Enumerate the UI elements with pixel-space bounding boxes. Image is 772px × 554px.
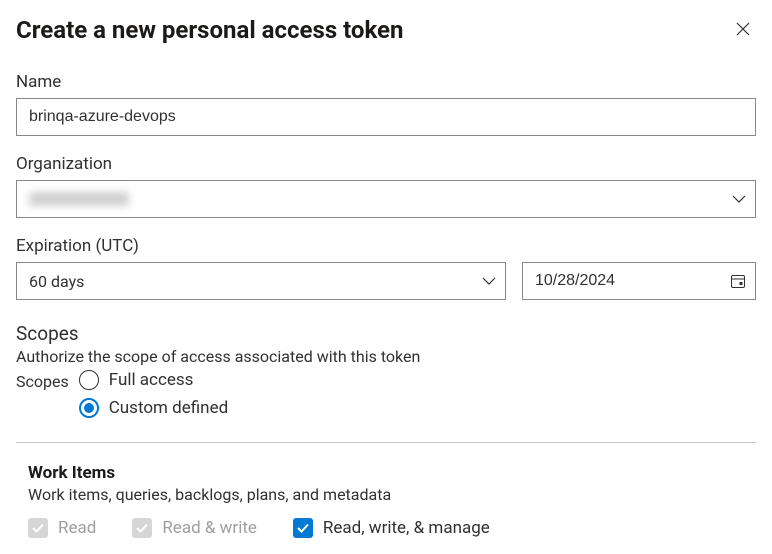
scope-category-work-items: Work Items Work items, queries, backlogs… [16,463,756,538]
expiration-date-input[interactable] [522,262,756,300]
divider [16,442,756,443]
radio-full-access[interactable]: Full access [79,370,228,390]
expiration-duration-select[interactable]: 60 days [16,262,506,300]
check-icon [32,523,44,533]
close-icon [736,22,750,36]
checkbox-box [28,518,48,538]
checkbox-read-write-manage[interactable]: Read, write, & manage [293,518,490,538]
close-button[interactable] [730,16,756,42]
organization-select[interactable] [16,180,756,218]
page-title: Create a new personal access token [16,16,403,44]
check-icon [297,523,309,533]
checkbox-read-write-label: Read & write [162,518,257,538]
checkbox-read-write[interactable]: Read & write [132,518,257,538]
radio-circle [79,370,99,390]
organization-value [29,192,129,206]
scope-category-description: Work items, queries, backlogs, plans, an… [28,485,756,504]
name-label: Name [16,72,756,92]
scopes-title: Scopes [16,322,756,345]
radio-circle [79,398,99,418]
checkbox-read[interactable]: Read [28,518,96,538]
check-icon [136,523,148,533]
name-input[interactable] [16,98,756,136]
radio-full-label: Full access [109,370,194,390]
radio-custom-label: Custom defined [109,398,228,418]
scopes-label: Scopes [16,370,69,391]
scope-category-title: Work Items [28,463,756,483]
radio-custom-defined[interactable]: Custom defined [79,398,228,418]
radio-dot [84,403,94,413]
checkbox-box [293,518,313,538]
checkbox-read-label: Read [58,518,96,538]
expiration-duration-value: 60 days [29,272,84,291]
scopes-description: Authorize the scope of access associated… [16,347,756,366]
checkbox-box [132,518,152,538]
expiration-label: Expiration (UTC) [16,236,756,256]
checkbox-read-write-manage-label: Read, write, & manage [323,518,490,538]
organization-label: Organization [16,154,756,174]
